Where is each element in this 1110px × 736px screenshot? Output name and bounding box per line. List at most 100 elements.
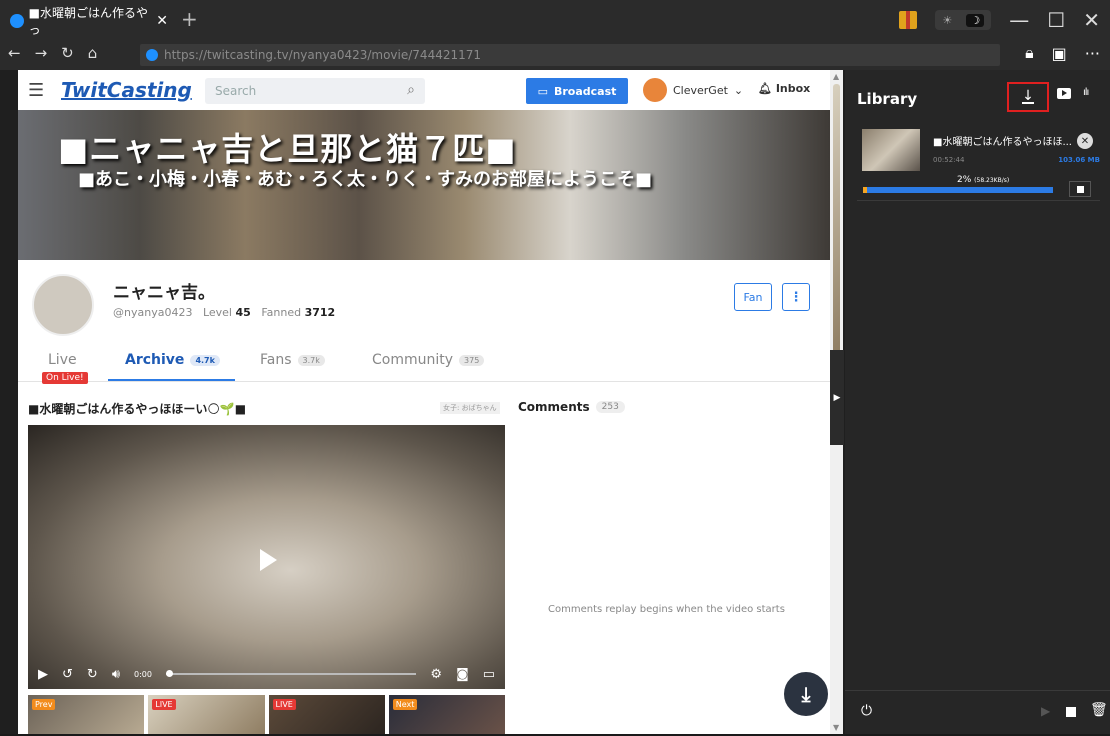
download-percent: 2% xyxy=(957,175,972,185)
stop-download-button[interactable] xyxy=(1069,181,1091,197)
fan-button[interactable]: Fan xyxy=(734,283,772,311)
active-tab-indicator xyxy=(108,379,235,381)
profile-meta: @nyanya0423 Level 45 Fanned 3712 xyxy=(113,306,335,319)
extension-icon[interactable]: ▣ xyxy=(1052,44,1067,63)
scroll-thumb[interactable] xyxy=(833,84,840,354)
play-all-icon[interactable]: ▶ xyxy=(1041,704,1050,718)
search-icon[interactable]: ⌕ xyxy=(407,82,415,98)
banner-title: ■ニャニャ吉と旦那と猫７匹■ xyxy=(58,130,517,168)
url-field[interactable]: https://twitcasting.tv/nyanya0423/movie/… xyxy=(140,44,1000,66)
tab-archive[interactable]: Archive 4.7k xyxy=(125,352,220,368)
lock-icon[interactable]: 🔒︎ xyxy=(1025,43,1034,63)
download-speed: (58.23KB/s) xyxy=(974,177,1010,184)
profile-tabs: Live Archive 4.7k Fans 3.7k Community 37… xyxy=(18,340,830,382)
volume-icon[interactable]: 🔊︎ xyxy=(112,667,120,682)
search-input[interactable]: Search ⌕ xyxy=(205,78,425,104)
play-icon[interactable] xyxy=(260,549,277,571)
video-title: ■水曜朝ごはん作るやっほほーい🌕🌱■ xyxy=(28,402,247,416)
address-bar-actions: 🔒︎ ▣ ··· xyxy=(1025,43,1100,63)
site-logo[interactable]: TwitCasting xyxy=(61,78,192,102)
download-progress-text: 2% (58.23KB/s) xyxy=(957,175,1009,185)
download-progress-bar xyxy=(863,187,1053,193)
download-item[interactable]: ■水曜朝ごはん作るやっほほ... ✕ 00:52:44 103.06 MB 2%… xyxy=(857,123,1100,201)
theater-mode-icon[interactable]: ▭ xyxy=(483,667,495,682)
new-tab-button[interactable]: + xyxy=(181,7,198,31)
panel-collapse-toggle[interactable]: ▶ xyxy=(830,350,844,445)
floating-download-button[interactable]: ⤓ xyxy=(782,670,830,718)
inbox-label: Inbox xyxy=(775,82,811,95)
bell-icon: 🔔︎ xyxy=(758,82,772,95)
related-videos: Prev LIVE LIVE Next xyxy=(28,695,505,734)
inbox-button[interactable]: 🔔︎ Inbox xyxy=(758,82,810,95)
download-icon: ↓ xyxy=(1022,88,1034,104)
chevron-right-icon: ▶ xyxy=(833,392,841,403)
banner-subtitle: ■あこ・小梅・小春・あむ・ろく太・りく・すみのお部屋にようこそ■ xyxy=(78,169,653,190)
scroll-up-icon[interactable]: ▲ xyxy=(833,72,839,81)
tab-close-icon[interactable]: ✕ xyxy=(156,13,168,29)
tab-live-label: Live xyxy=(48,352,77,368)
user-menu[interactable]: CleverGet ⌄ xyxy=(643,78,743,102)
fanned-value: 3712 xyxy=(304,306,336,319)
next-badge: Next xyxy=(392,699,418,710)
tab-community[interactable]: Community 375 xyxy=(372,352,485,368)
maximize-button[interactable]: ☐ xyxy=(1047,8,1065,32)
library-download-tab[interactable]: ↓ xyxy=(1007,82,1049,112)
user-name: CleverGet xyxy=(673,83,728,97)
more-menu-button[interactable]: ··· xyxy=(1085,44,1100,63)
sun-icon: ☀ xyxy=(942,13,953,27)
live-badge: LIVE xyxy=(152,699,176,710)
settings-gear-icon[interactable]: ⚙ xyxy=(430,667,442,682)
nav-buttons: ← → ↻ ⌂ xyxy=(8,44,97,62)
thumb-live-2[interactable]: LIVE xyxy=(268,695,385,734)
download-thumbnail xyxy=(862,129,920,171)
thumb-live-1[interactable]: LIVE xyxy=(148,695,265,734)
play-button-icon[interactable]: ▶ xyxy=(38,667,48,682)
audio-waveform-icon[interactable]: ılı xyxy=(1083,87,1089,98)
library-footer: ⏻ ▶ 🗑︎ xyxy=(845,690,1110,734)
stop-all-icon[interactable] xyxy=(1066,707,1076,717)
web-content: ☰ TwitCasting Search ⌕ ▭ Broadcast Cleve… xyxy=(18,70,830,734)
tab-fans-count: 3.7k xyxy=(297,354,325,366)
site-favicon-icon xyxy=(146,49,158,61)
thumb-prev[interactable]: Prev xyxy=(28,695,145,734)
rewind-icon[interactable]: ↺ xyxy=(62,667,73,682)
search-placeholder: Search xyxy=(215,84,257,98)
scroll-down-icon[interactable]: ▼ xyxy=(833,723,839,732)
video-library-icon[interactable] xyxy=(1057,88,1071,99)
broadcast-button[interactable]: ▭ Broadcast xyxy=(526,78,628,104)
back-button[interactable]: ← xyxy=(8,44,21,62)
browser-tab[interactable]: ■水曜朝ごはん作るやっ ✕ xyxy=(4,6,174,37)
reload-button[interactable]: ↻ xyxy=(61,44,74,62)
broadcast-label: Broadcast xyxy=(553,84,617,98)
seek-bar[interactable] xyxy=(165,670,417,677)
theme-toggle[interactable]: ☀ ☽ xyxy=(935,10,992,30)
video-tag: 女子: おばちゃん xyxy=(440,402,500,414)
tab-archive-count: 4.7k xyxy=(190,354,220,366)
minimize-button[interactable]: — xyxy=(1009,8,1029,32)
tab-community-label: Community xyxy=(372,352,454,368)
profile-avatar[interactable] xyxy=(32,274,94,336)
download-icon: ⤓ xyxy=(801,682,811,706)
comments-replay-note: Comments replay begins when the video st… xyxy=(548,604,785,615)
tab-live[interactable]: Live xyxy=(48,352,77,368)
profile-handle: @nyanya0423 xyxy=(113,306,193,319)
remove-download-icon[interactable]: ✕ xyxy=(1077,133,1093,149)
level-label: Level xyxy=(202,306,232,319)
avatar xyxy=(643,78,667,102)
power-icon[interactable]: ⏻ xyxy=(861,703,872,719)
profile-more-button[interactable]: ⋮ xyxy=(782,283,810,311)
video-player[interactable]: ▶ ↺ ↻ 🔊︎ 0:00 ⚙ ◙ ▭ xyxy=(28,425,505,689)
forward-button[interactable]: → xyxy=(35,44,48,62)
forward-icon[interactable]: ↻ xyxy=(87,667,98,682)
trash-icon[interactable]: 🗑︎ xyxy=(1090,702,1108,718)
hamburger-menu-icon[interactable]: ☰ xyxy=(28,80,44,101)
download-size: 103.06 MB xyxy=(1058,156,1100,164)
comments-header: Comments 253 xyxy=(518,400,625,414)
home-button[interactable]: ⌂ xyxy=(88,44,98,62)
comments-label: Comments xyxy=(518,400,590,414)
tab-fans[interactable]: Fans 3.7k xyxy=(260,352,325,368)
gift-icon[interactable] xyxy=(899,11,918,29)
thumb-next[interactable]: Next xyxy=(388,695,505,734)
close-window-button[interactable]: ✕ xyxy=(1083,8,1100,32)
pip-icon[interactable]: ◙ xyxy=(456,667,469,682)
